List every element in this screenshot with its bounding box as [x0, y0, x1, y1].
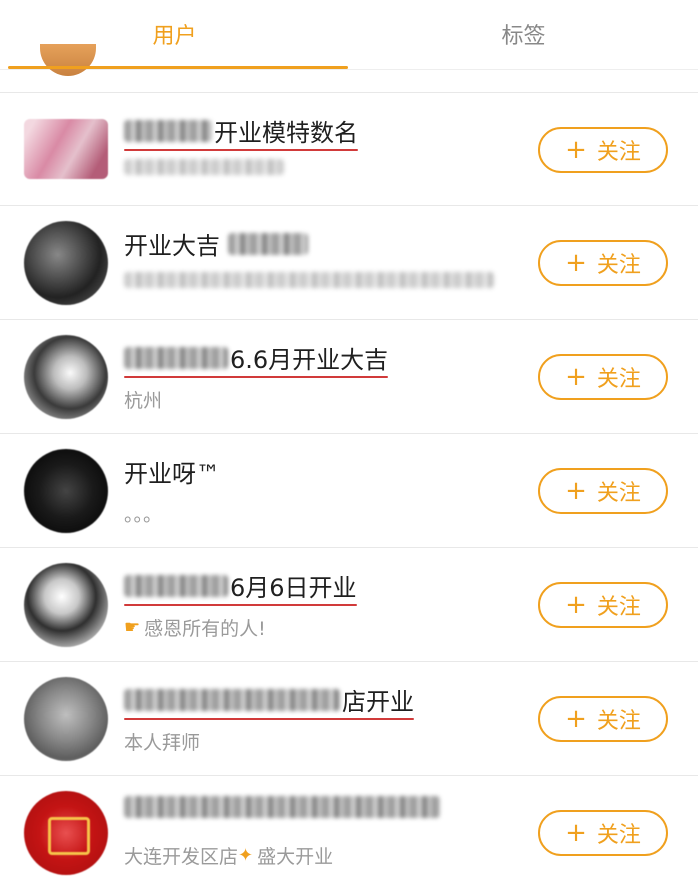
redacted-text [228, 232, 308, 255]
list-item[interactable]: 开业模特数名 + 关注 [0, 92, 698, 206]
tab-tags[interactable]: 标签 [349, 0, 698, 69]
redacted-text [124, 796, 440, 818]
list-item[interactable]: 6.6月开业大吉 杭州 + 关注 [0, 320, 698, 434]
user-name: 开业大吉 [124, 226, 310, 261]
avatar[interactable] [24, 563, 108, 647]
follow-button[interactable]: + 关注 [538, 696, 668, 742]
redacted-text [124, 119, 212, 142]
avatar[interactable] [24, 791, 108, 875]
user-subtitle: 。。。 [124, 504, 163, 526]
pointing-hand-icon: ☛ [124, 617, 141, 638]
avatar[interactable] [24, 119, 108, 179]
avatar[interactable] [24, 335, 108, 419]
user-subtitle: 杭州 [124, 390, 163, 412]
user-name: 6.6月开业大吉 [124, 340, 389, 378]
user-name: 6月6日开业 [124, 568, 357, 606]
user-subtitle: 本人拜师 [124, 732, 201, 754]
plus-icon: + [565, 704, 587, 734]
avatar [40, 44, 96, 76]
red-underline [124, 718, 414, 720]
plus-icon: + [565, 476, 587, 506]
user-name: 开业呀™ [124, 460, 220, 488]
tab-bar: 用户 标签 [0, 0, 698, 76]
user-name: 开业模特数名 [124, 113, 358, 151]
redacted-text [124, 574, 228, 597]
party-popper-icon: ✦ [238, 845, 254, 866]
follow-button[interactable]: + 关注 [538, 582, 668, 628]
redacted-text [124, 688, 340, 711]
user-name: 店开业 [124, 682, 414, 720]
follow-button[interactable]: + 关注 [538, 810, 668, 856]
red-underline [124, 376, 389, 378]
follow-button[interactable]: + 关注 [538, 240, 668, 286]
user-subtitle [124, 159, 286, 175]
user-subtitle [124, 272, 496, 288]
red-underline [124, 604, 357, 606]
user-name [124, 796, 442, 818]
list-item[interactable]: 开业呀™ 。。。 + 关注 [0, 434, 698, 548]
list-item[interactable]: 大连开发区店 ✦ 盛大开业 + 关注 [0, 776, 698, 883]
avatar[interactable] [24, 221, 108, 305]
user-subtitle: 大连开发区店 ✦ 盛大开业 [124, 845, 334, 868]
follow-button[interactable]: + 关注 [538, 127, 668, 173]
plus-icon: + [565, 135, 587, 165]
user-subtitle: ☛ 感恩所有的人! [124, 617, 266, 640]
active-tab-indicator [8, 66, 348, 69]
redacted-text [124, 346, 228, 369]
follow-button[interactable]: + 关注 [538, 354, 668, 400]
list-item[interactable]: 店开业 本人拜师 + 关注 [0, 662, 698, 776]
list-item[interactable]: 6月6日开业 ☛ 感恩所有的人! + 关注 [0, 548, 698, 662]
user-list: 开业模特数名 + 关注 开业大吉 + 关注 6.6月开业大吉 杭州 + 关注 开业呀™… [0, 92, 698, 883]
red-underline [124, 149, 358, 151]
plus-icon: + [565, 590, 587, 620]
avatar[interactable] [24, 677, 108, 761]
plus-icon: + [565, 362, 587, 392]
avatar[interactable] [24, 449, 108, 533]
list-item[interactable]: 开业大吉 + 关注 [0, 206, 698, 320]
redacted-text [124, 159, 284, 175]
plus-icon: + [565, 248, 587, 278]
redacted-text [124, 272, 494, 288]
plus-icon: + [565, 818, 587, 848]
follow-button[interactable]: + 关注 [538, 468, 668, 514]
